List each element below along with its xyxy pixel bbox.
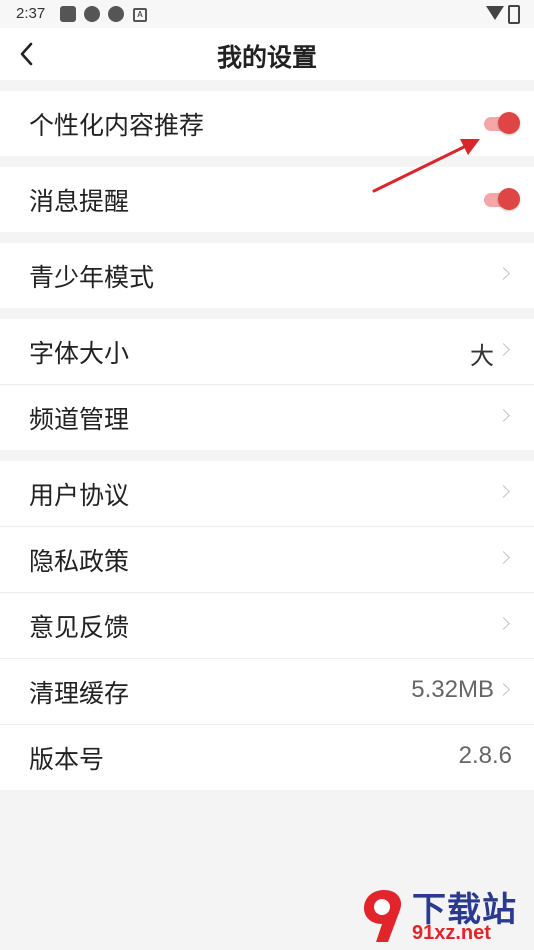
version-value: 2.8.6 xyxy=(458,742,512,769)
chevron-right-icon xyxy=(497,409,510,422)
chevron-right-icon xyxy=(497,551,510,564)
chevron-right-icon xyxy=(497,485,510,498)
setting-teen-mode[interactable]: 青少年模式 xyxy=(0,243,534,308)
personalized-toggle[interactable] xyxy=(482,112,520,134)
setting-user-agreement[interactable]: 用户协议 xyxy=(0,461,534,526)
setting-privacy-policy[interactable]: 隐私政策 xyxy=(0,527,534,592)
annotation-arrow-icon xyxy=(372,139,480,193)
app-notification-icon xyxy=(84,6,100,22)
toggle-knob xyxy=(498,112,520,134)
wifi-icon xyxy=(486,6,504,20)
app-notification-icon-3: A xyxy=(133,8,147,22)
watermark-url: 91xz.net xyxy=(412,922,491,944)
watermark: 下载站 91xz.net xyxy=(360,882,530,948)
setting-channel-manage[interactable]: 频道管理 xyxy=(0,385,534,450)
page-title: 我的设置 xyxy=(216,43,317,72)
setting-label: 隐私政策 xyxy=(29,547,130,576)
font-size-value: 大 xyxy=(470,343,494,370)
site-logo-icon xyxy=(364,890,402,942)
setting-label: 版本号 xyxy=(29,745,105,774)
chevron-right-icon xyxy=(497,267,510,280)
status-time: 2:37 xyxy=(16,5,46,22)
setting-label: 个性化内容推荐 xyxy=(29,111,205,140)
cache-size-value: 5.32MB xyxy=(411,676,494,703)
setting-label: 意见反馈 xyxy=(29,613,130,642)
setting-feedback[interactable]: 意见反馈 xyxy=(0,593,534,658)
battery-icon xyxy=(508,5,520,24)
notification-icon xyxy=(60,6,76,22)
chevron-right-icon xyxy=(497,343,510,356)
setting-label: 频道管理 xyxy=(29,405,130,434)
setting-label: 清理缓存 xyxy=(29,679,130,708)
setting-clear-cache[interactable]: 清理缓存 5.32MB xyxy=(0,659,534,724)
setting-label: 字体大小 xyxy=(29,339,130,368)
app-header: 我的设置 xyxy=(0,28,534,80)
setting-label: 用户协议 xyxy=(29,481,130,510)
setting-label: 消息提醒 xyxy=(29,187,130,216)
setting-font-size[interactable]: 字体大小 大 xyxy=(0,319,534,384)
setting-version: 版本号 2.8.6 xyxy=(0,725,534,790)
setting-label: 青少年模式 xyxy=(29,263,155,292)
chevron-right-icon xyxy=(497,617,510,630)
toggle-knob xyxy=(498,188,520,210)
app-notification-icon-2 xyxy=(108,6,124,22)
status-bar: 2:37 A xyxy=(0,0,534,28)
chevron-right-icon xyxy=(497,683,510,696)
